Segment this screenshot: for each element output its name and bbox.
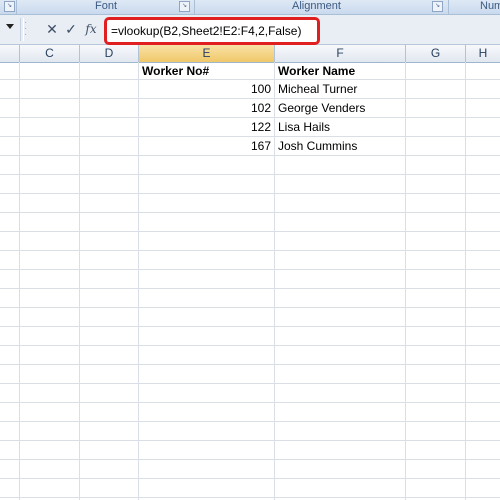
gridline [0, 402, 500, 403]
cell-worker-name[interactable]: Micheal Turner [278, 80, 403, 99]
column-header-c[interactable]: C [20, 45, 80, 62]
ribbon-group-font: Font ↘ [18, 0, 192, 14]
ribbon-separator [16, 0, 17, 14]
ribbon-group-alignment-label: Alignment [292, 0, 341, 12]
gridline [0, 288, 500, 289]
gridline [274, 62, 275, 500]
gridline [138, 62, 139, 500]
cell-worker-name[interactable]: George Venders [278, 99, 403, 118]
dialog-launcher-icon[interactable]: ↘ [4, 1, 15, 12]
ribbon-group-alignment: Alignment ↘ [196, 0, 446, 14]
ribbon-separator [448, 0, 449, 14]
gridline [0, 383, 500, 384]
gridline [0, 307, 500, 308]
ribbon-group-number: Num [450, 0, 500, 14]
gridline [0, 193, 500, 194]
row-header-corner[interactable] [0, 45, 20, 62]
gridline [0, 231, 500, 232]
gridline [0, 440, 500, 441]
formula-input[interactable]: =vlookup(B2,Sheet2!E2:F4,2,False) [104, 17, 320, 45]
ribbon-separator [194, 0, 195, 14]
cell-worker-no[interactable]: 167 [140, 137, 271, 156]
column-header-f[interactable]: F [275, 45, 406, 62]
cell-worker-no[interactable]: 100 [140, 80, 271, 99]
column-header-h[interactable]: H [466, 45, 500, 62]
cell-worker-no[interactable]: 102 [140, 99, 271, 118]
gridline [0, 326, 500, 327]
cell-worker-name[interactable]: Josh Cummins [278, 137, 403, 156]
gridline [0, 478, 500, 479]
column-header-g[interactable]: G [406, 45, 466, 62]
ribbon-group-strip: ↘ Font ↘ Alignment ↘ Num [0, 0, 500, 15]
formula-bar-resize-handle[interactable]: · · · [24, 18, 27, 40]
column-header-d[interactable]: D [80, 45, 139, 62]
enter-check-icon[interactable]: ✓ [63, 20, 79, 38]
cell-worker-no-header[interactable]: Worker No# [142, 62, 272, 81]
gridline [0, 174, 500, 175]
column-header-e[interactable]: E [139, 45, 275, 62]
font-dialog-launcher-icon[interactable]: ↘ [179, 1, 190, 12]
formula-bar: · · · ✕ ✓ fx =vlookup(B2,Sheet2!E2:F4,2,Fa… [0, 15, 500, 45]
gridline [0, 459, 500, 460]
cell-worker-no[interactable]: 122 [140, 118, 271, 137]
gridline [0, 497, 500, 498]
gridline [465, 62, 466, 500]
insert-function-icon[interactable]: fx [83, 20, 99, 38]
gridline [0, 212, 500, 213]
name-box-dropdown-icon[interactable] [6, 24, 14, 29]
gridline [19, 62, 20, 500]
gridline [0, 364, 500, 365]
spreadsheet-grid[interactable]: Worker No# Worker Name 100 Micheal Turne… [0, 62, 500, 500]
gridline [0, 269, 500, 270]
gridline [405, 62, 406, 500]
column-header-bar: C D E F G H [0, 45, 500, 63]
cell-worker-name-header[interactable]: Worker Name [278, 62, 403, 81]
ribbon-group-font-label: Font [95, 0, 118, 12]
alignment-dialog-launcher-icon[interactable]: ↘ [432, 1, 443, 12]
gridline [0, 250, 500, 251]
gridline [79, 62, 80, 500]
cell-worker-name[interactable]: Lisa Hails [278, 118, 403, 137]
gridline [0, 345, 500, 346]
ribbon-group-number-label: Num [480, 0, 500, 12]
gridline [0, 421, 500, 422]
cancel-icon[interactable]: ✕ [44, 20, 60, 38]
